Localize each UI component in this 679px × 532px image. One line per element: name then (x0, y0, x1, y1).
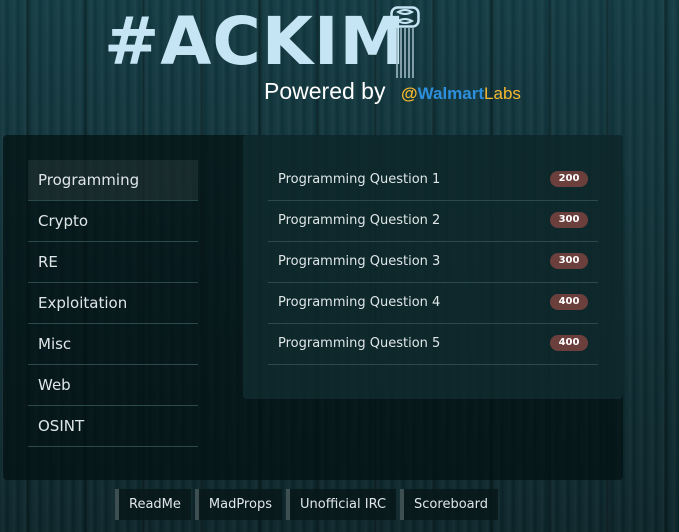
question-item[interactable]: Programming Question 5 400 (268, 324, 598, 365)
category-web[interactable]: Web (28, 365, 198, 406)
question-title: Programming Question 1 (278, 172, 441, 187)
category-misc[interactable]: Misc (28, 324, 198, 365)
powered-by-text: Powered by (264, 78, 386, 104)
question-title: Programming Question 2 (278, 213, 441, 228)
madprops-link[interactable]: MadProps (194, 489, 282, 520)
challenge-board: Programming Crypto RE Exploitation Misc … (3, 135, 623, 480)
category-re[interactable]: RE (28, 242, 198, 283)
question-title: Programming Question 4 (278, 295, 441, 310)
category-list: Programming Crypto RE Exploitation Misc … (28, 160, 198, 447)
question-list: Programming Question 1 200 Programming Q… (268, 160, 598, 365)
category-programming[interactable]: Programming (28, 160, 198, 201)
brand-name: Walmart (417, 84, 485, 103)
brand-at: @ (401, 84, 418, 103)
question-item[interactable]: Programming Question 1 200 (268, 160, 598, 201)
category-crypto[interactable]: Crypto (28, 201, 198, 242)
question-title: Programming Question 3 (278, 254, 441, 269)
question-title: Programming Question 5 (278, 336, 441, 351)
unofficial-irc-link[interactable]: Unofficial IRC (285, 489, 397, 520)
question-item[interactable]: Programming Question 4 400 (268, 283, 598, 324)
footer-nav: ReadMe MadProps Unofficial IRC Scoreboar… (115, 489, 498, 520)
logo: #ACKIM Powered by @WalmartLabs (104, 2, 521, 104)
logo-title: #ACKIM (104, 3, 407, 80)
brand-suffix: Labs (484, 84, 521, 103)
category-osint[interactable]: OSINT (28, 406, 198, 447)
question-item[interactable]: Programming Question 3 300 (268, 242, 598, 283)
category-exploitation[interactable]: Exploitation (28, 283, 198, 324)
points-badge: 200 (550, 171, 588, 187)
readme-link[interactable]: ReadMe (115, 489, 191, 520)
questions-panel: Programming Question 1 200 Programming Q… (243, 135, 623, 399)
points-badge: 300 (550, 212, 588, 228)
walmart-labs-logo: @WalmartLabs (401, 83, 521, 105)
scoreboard-link[interactable]: Scoreboard (400, 489, 498, 520)
points-badge: 300 (550, 253, 588, 269)
chip-8-icon (390, 6, 420, 78)
points-badge: 400 (550, 335, 588, 351)
points-badge: 400 (550, 294, 588, 310)
question-item[interactable]: Programming Question 2 300 (268, 201, 598, 242)
